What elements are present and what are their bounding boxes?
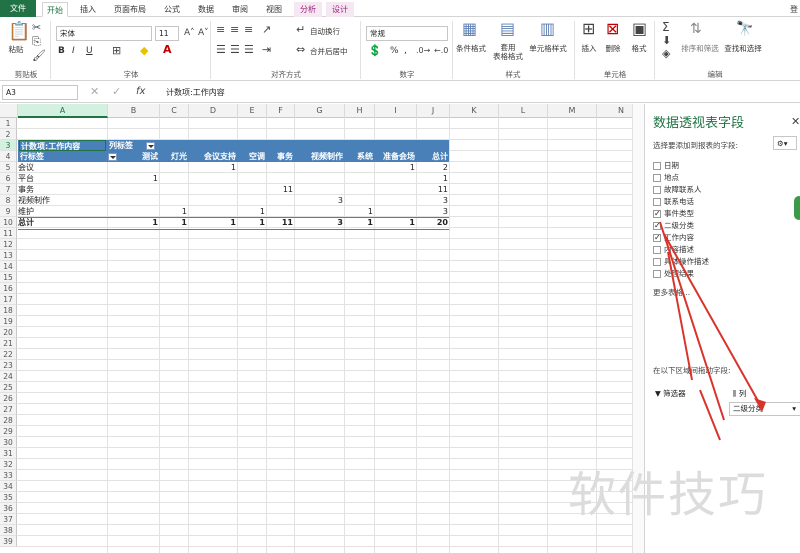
annotation-arrow — [663, 233, 763, 409]
side-bubble — [794, 196, 800, 220]
arrow-head — [754, 398, 766, 412]
watermark-text: 软件技巧 — [568, 467, 769, 523]
annotation-arrow — [667, 251, 693, 381]
annotation-arrow — [659, 221, 725, 421]
